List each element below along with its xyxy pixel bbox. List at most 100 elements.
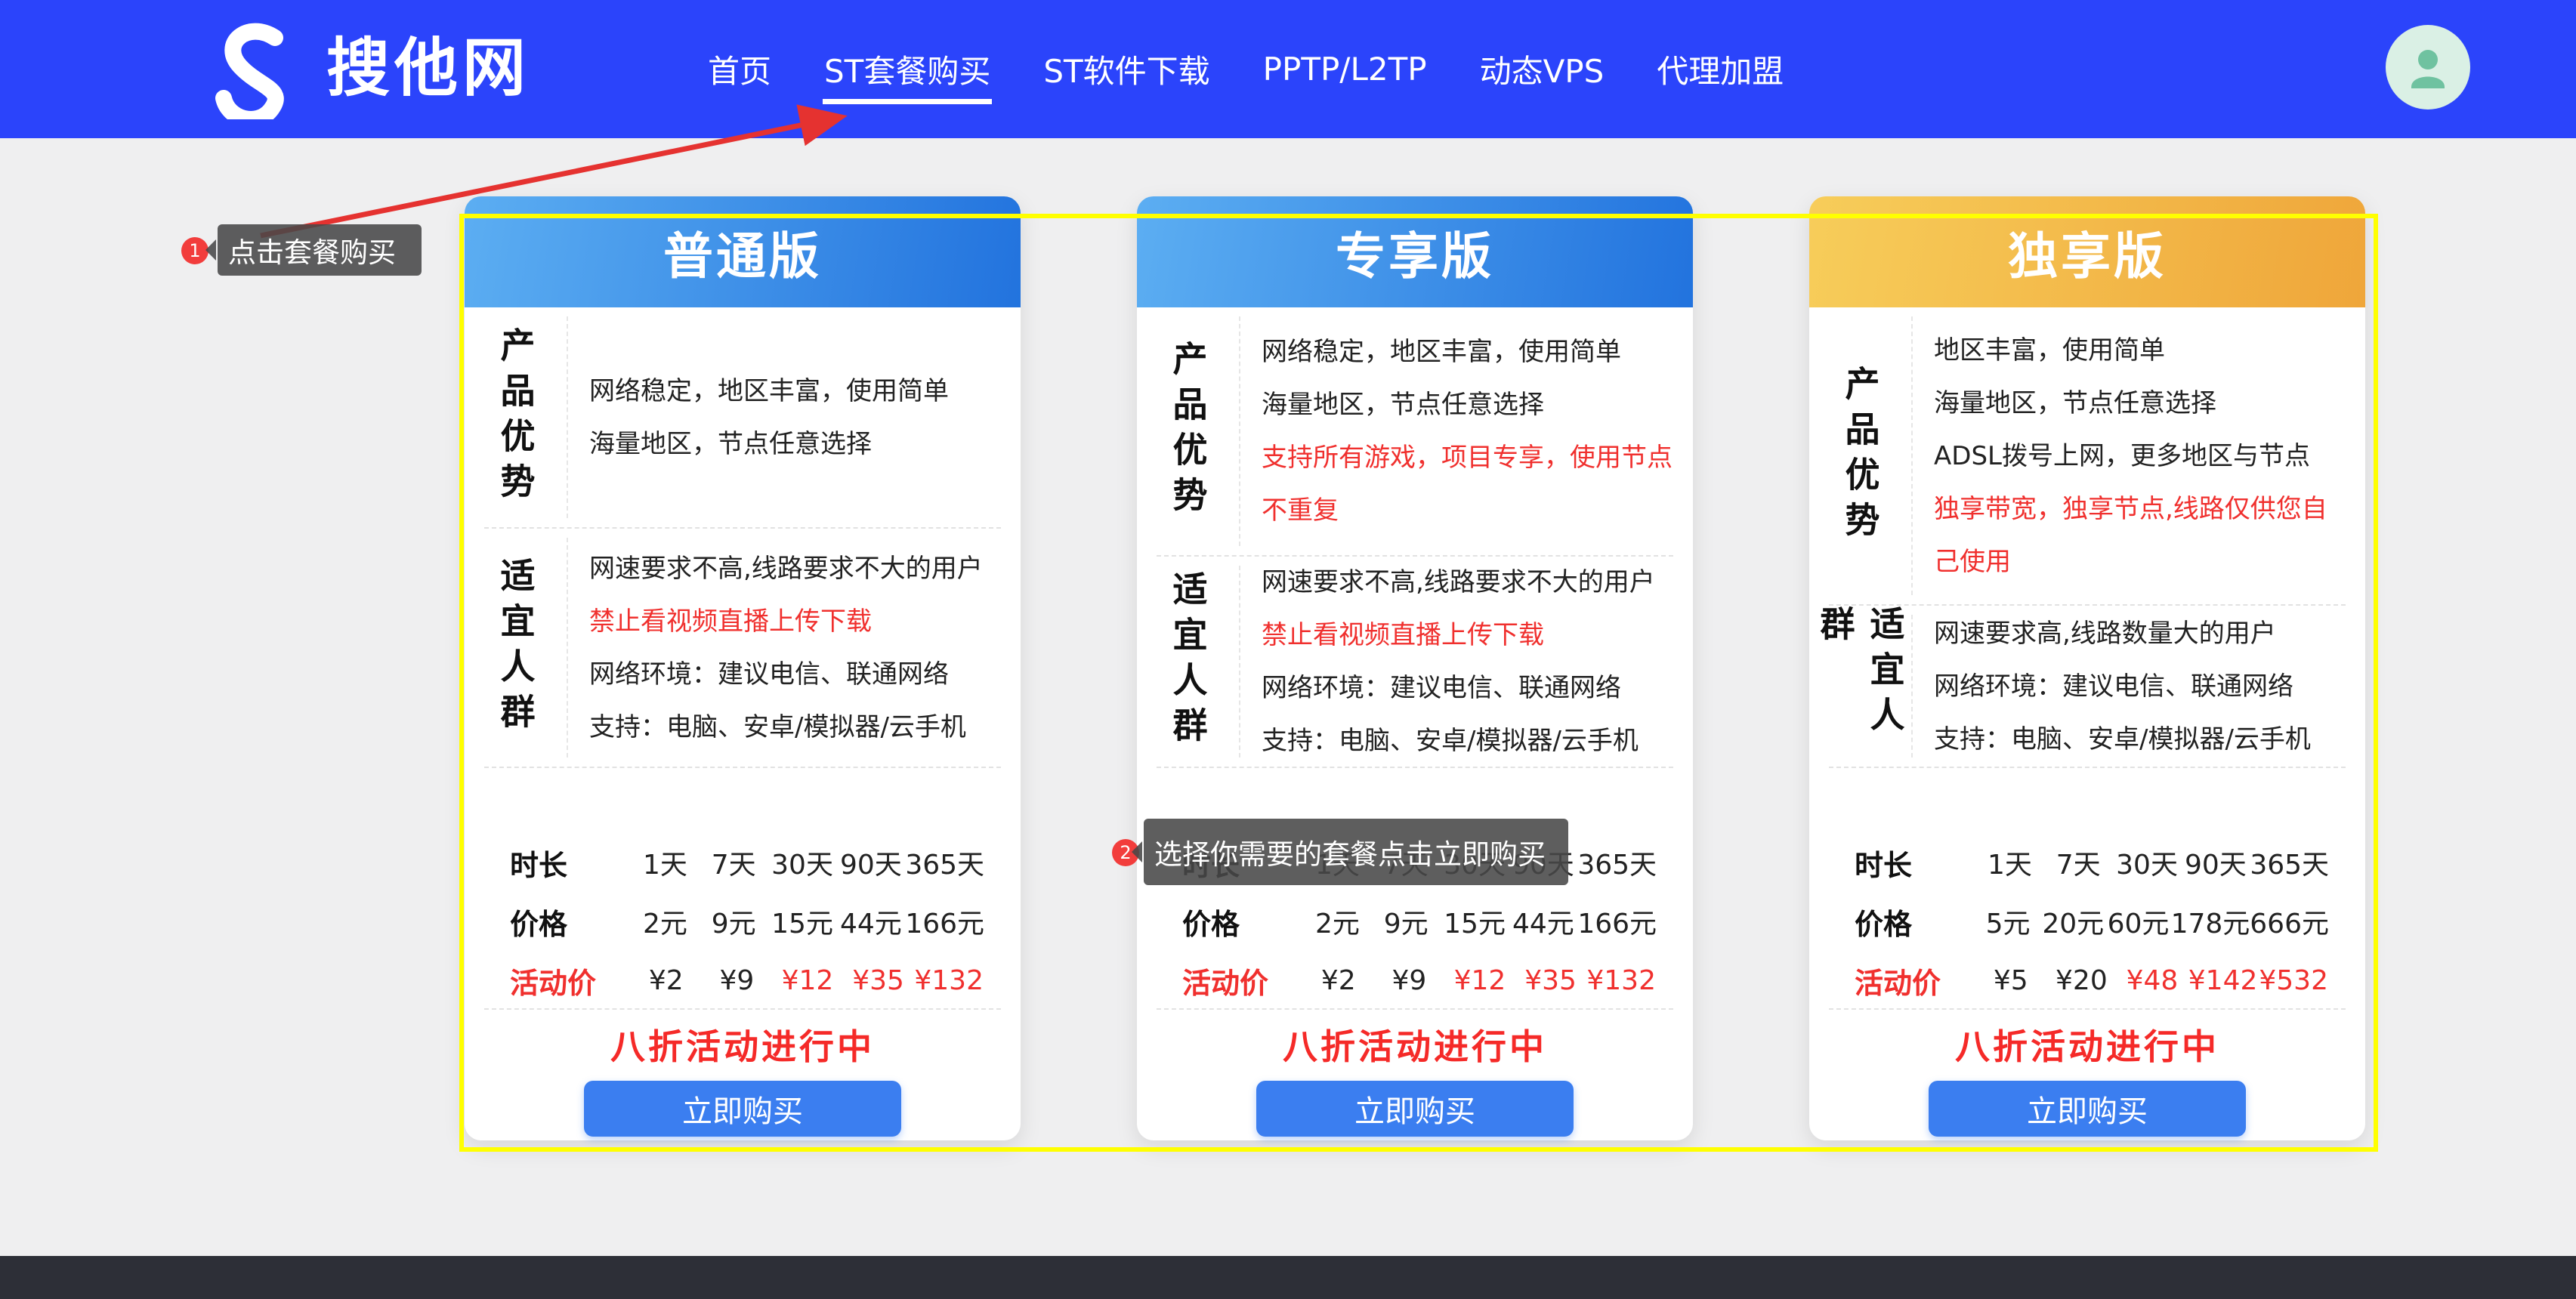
plan-card-standard: 普通版 产品优势 网络稳定，地区丰富，使用简单 海量地区，节点任意选择 适宜人群…	[465, 196, 1021, 1140]
price-cell: 178元	[2171, 902, 2250, 941]
duration-row: 时长 1天 7天 30天 90天 365天	[1809, 833, 2365, 892]
plan-card-standard-header: 普通版	[465, 196, 1021, 307]
price-cell: 15元	[1441, 902, 1509, 941]
plan-card-exclusive-header: 专享版	[1137, 196, 1693, 307]
user-avatar[interactable]	[2386, 25, 2470, 110]
price-row: 价格 2元 9元 15元 44元 166元	[1137, 892, 1693, 951]
buy-now-button-standard[interactable]: 立即购买	[584, 1081, 901, 1137]
duration-cell: 30天	[2113, 843, 2182, 882]
logo-text: 搜他网	[326, 17, 530, 119]
pricing-table: 时长 1天 7天 30天 90天 365天 价格 2元 9元 15元 44元 1…	[465, 768, 1021, 1008]
price-cell: 44元	[836, 902, 905, 941]
price-cell: 2元	[631, 902, 700, 941]
advantages-section: 产品优势 网络稳定，地区丰富，使用简单 海量地区，节点任意选择 支持所有游戏，项…	[1137, 307, 1693, 555]
step-2-tooltip: 选择你需要的套餐点击立即购买	[1144, 819, 1568, 885]
activity-price-cell: ¥48	[2117, 965, 2188, 996]
plan-card-exclusive: 专享版 产品优势 网络稳定，地区丰富，使用简单 海量地区，节点任意选择 支持所有…	[1137, 196, 1693, 1140]
price-cell: 20元	[2040, 902, 2105, 941]
advantages-label: 产品优势	[1809, 307, 1911, 604]
advantage-line: 网络稳定，地区丰富，使用简单	[589, 365, 1013, 418]
promo-banner: 八折活动进行中	[1137, 1010, 1693, 1073]
duration-cell: 90天	[836, 843, 905, 882]
audience-label: 适宜人群	[1809, 606, 1911, 767]
advantage-line: 地区丰富，使用简单	[1934, 324, 2358, 377]
activity-price-row: 活动价 ¥2 ¥9 ¥12 ¥35 ¥132	[1137, 951, 1693, 1010]
activity-price-cell: ¥2	[1303, 965, 1374, 996]
price-label: 价格	[1855, 901, 1975, 943]
footer-bar	[0, 1256, 2576, 1299]
duration-cell: 7天	[700, 843, 768, 882]
plan-title: 普通版	[663, 216, 822, 288]
plan-card-dedicated-header: 独享版	[1809, 196, 2365, 307]
activity-price-label: 活动价	[1855, 960, 1975, 1001]
price-cell: 2元	[1303, 902, 1372, 941]
advantages-section: 产品优势 地区丰富，使用简单 海量地区，节点任意选择 ADSL拨号上网，更多地区…	[1809, 307, 2365, 604]
activity-price-cell: ¥35	[1515, 965, 1586, 996]
nav-item-st-plans[interactable]: ST套餐购买	[823, 43, 992, 95]
audience-line: 网络环境：建议电信、联通网络	[1262, 662, 1685, 714]
activity-price-cell: ¥142	[2188, 965, 2259, 996]
activity-price-cell: ¥132	[1586, 965, 1657, 996]
audience-line: 支持：电脑、安卓/模拟器/云手机	[1934, 713, 2358, 766]
step-1-tooltip: 点击套餐购买	[218, 224, 422, 276]
nav-menu: 首页 ST套餐购买 ST软件下载 PPTP/L2TP 动态VPS 代理加盟	[706, 0, 1785, 138]
price-cell: 60元	[2105, 902, 2170, 941]
audience-line-warning: 禁止看视频直播上传下载	[589, 595, 1013, 648]
advantage-line-highlight: 支持所有游戏，项目专享，使用节点	[1262, 431, 1685, 484]
price-cell: 166元	[1577, 902, 1657, 941]
price-label: 价格	[510, 901, 631, 943]
activity-price-cell: ¥2	[631, 965, 702, 996]
activity-price-label: 活动价	[510, 960, 631, 1001]
advantage-line-highlight: 独享带宽，独享节点,线路仅供您自	[1934, 483, 2358, 535]
audience-section: 适宜人群 网速要求不高,线路要求不大的用户 禁止看视频直播上传下载 网络环境：建…	[1137, 557, 1693, 767]
activity-price-cell: ¥9	[1374, 965, 1445, 996]
nav-item-home[interactable]: 首页	[706, 43, 773, 95]
advantages-label: 产品优势	[1137, 307, 1239, 555]
audience-line: 网络环境：建议电信、联通网络	[1934, 660, 2358, 713]
buy-now-button-dedicated[interactable]: 立即购买	[1929, 1081, 2246, 1137]
audience-label: 适宜人群	[465, 529, 567, 767]
plan-title: 独享版	[2008, 216, 2167, 288]
activity-price-cell: ¥35	[843, 965, 914, 996]
duration-cell: 365天	[2250, 843, 2329, 882]
activity-price-cell: ¥9	[702, 965, 773, 996]
nav-item-agent[interactable]: 代理加盟	[1655, 43, 1785, 95]
price-cell: 9元	[1372, 902, 1441, 941]
logo[interactable]: 搜他网	[202, 17, 530, 119]
plan-title: 专享版	[1336, 216, 1494, 288]
pricing-table: 时长 1天 7天 30天 90天 365天 价格 5元 20元 60元 178元…	[1809, 768, 2365, 1008]
activity-price-label: 活动价	[1182, 960, 1303, 1001]
duration-cell: 365天	[1577, 843, 1657, 882]
audience-line: 支持：电脑、安卓/模拟器/云手机	[589, 701, 1013, 754]
nav-item-dynamic-vps[interactable]: 动态VPS	[1478, 43, 1606, 95]
nav-item-st-download[interactable]: ST软件下载	[1042, 43, 1211, 95]
advantage-line: 海量地区，节点任意选择	[1934, 377, 2358, 430]
activity-price-cell: ¥12	[1444, 965, 1515, 996]
advantages-label: 产品优势	[465, 307, 567, 527]
audience-line: 网速要求不高,线路要求不大的用户	[1262, 556, 1685, 609]
price-label: 价格	[1182, 901, 1303, 943]
advantage-line-highlight: 不重复	[1262, 484, 1685, 537]
duration-label: 时长	[1855, 842, 1975, 884]
advantage-line: 海量地区，节点任意选择	[589, 418, 1013, 471]
price-cell: 15元	[768, 902, 837, 941]
advantage-line: 海量地区，节点任意选择	[1262, 378, 1685, 431]
duration-cell: 1天	[1975, 843, 2044, 882]
audience-line: 网络环境：建议电信、联通网络	[589, 648, 1013, 701]
advantages-section: 产品优势 网络稳定，地区丰富，使用简单 海量地区，节点任意选择	[465, 307, 1021, 527]
duration-row: 时长 1天 7天 30天 90天 365天	[465, 833, 1021, 892]
activity-price-cell: ¥532	[2258, 965, 2329, 996]
nav-item-pptp-l2tp[interactable]: PPTP/L2TP	[1262, 48, 1429, 91]
activity-price-row: 活动价 ¥5 ¥20 ¥48 ¥142 ¥532	[1809, 951, 2365, 1010]
audience-line: 网速要求高,线路数量大的用户	[1934, 607, 2358, 660]
activity-price-cell: ¥132	[913, 965, 984, 996]
activity-price-cell: ¥20	[2046, 965, 2117, 996]
pricing-table: 时长 1天 7天 30天 90天 365天 价格 2元 9元 15元 44元 1…	[1137, 768, 1693, 1008]
audience-section: 适宜人群 网速要求高,线路数量大的用户 网络环境：建议电信、联通网络 支持：电脑…	[1809, 606, 2365, 767]
duration-cell: 7天	[2044, 843, 2113, 882]
audience-line: 支持：电脑、安卓/模拟器/云手机	[1262, 714, 1685, 767]
buy-now-button-exclusive[interactable]: 立即购买	[1256, 1081, 1574, 1137]
duration-cell: 90天	[2181, 843, 2250, 882]
price-cell: 44元	[1509, 902, 1577, 941]
advantage-line: ADSL拨号上网，更多地区与节点	[1934, 430, 2358, 483]
